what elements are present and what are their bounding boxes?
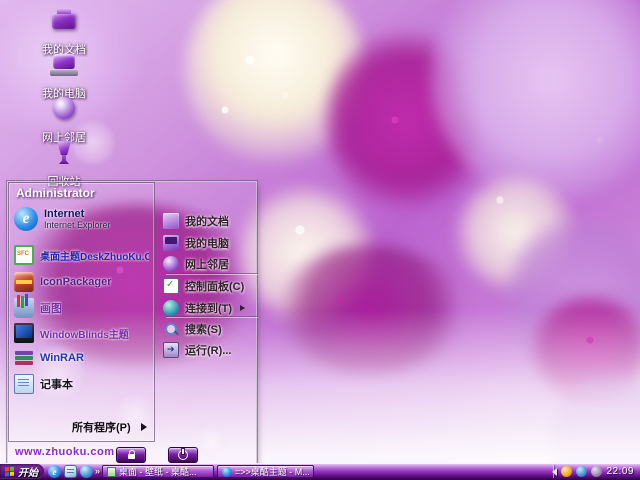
control-panel-icon — [163, 278, 179, 294]
log-off-button[interactable] — [116, 447, 146, 463]
menu-item-label: WindowBlinds主题 — [40, 329, 129, 341]
menu-item-label: 我的文档 — [185, 216, 229, 228]
my-documents-icon — [163, 213, 179, 229]
menu-item-my-computer[interactable]: 我的电脑 — [163, 235, 259, 251]
task-label: 桌面 - 壁纸 - 桌酷... — [119, 467, 197, 477]
taskbar-task-zhuoku-theme[interactable]: =>>桌酷主题 - M... — [217, 465, 314, 478]
zhuoku-url-text: www.zhuoku.com — [15, 446, 115, 458]
volume-icon[interactable] — [591, 466, 603, 477]
submenu-arrow-icon — [240, 305, 246, 311]
menu-item-desktop-theme[interactable]: 桌面主题DeskZhuoKu.Com — [14, 245, 149, 265]
quicklaunch-media-player-icon[interactable] — [80, 465, 93, 478]
messenger-icon[interactable] — [576, 466, 588, 477]
system-tray: 22:09 — [544, 463, 638, 480]
chevron-right-icon — [140, 423, 147, 431]
menu-item-label: 连接到(T) — [185, 303, 233, 315]
task-label: =>>桌酷主题 - M... — [235, 467, 310, 477]
menu-item-label: 记事本 — [40, 379, 73, 391]
menu-item-run[interactable]: 运行(R)... — [163, 342, 259, 358]
my-documents-icon — [49, 6, 79, 34]
taskbar-task-wallpaper-page[interactable]: 桌面 - 壁纸 - 桌酷... — [102, 465, 214, 478]
all-programs-label: 所有程序(P) — [72, 422, 131, 434]
qq-status-icon[interactable] — [561, 466, 573, 477]
menu-item-label: WinRAR — [40, 352, 84, 364]
start-menu: Administrator Internet Internet Explorer… — [8, 182, 259, 463]
start-button-label: 开始 — [18, 468, 38, 479]
menu-item-label: Internet — [44, 208, 85, 220]
paint-icon — [14, 295, 34, 318]
menu-item-notepad[interactable]: 记事本 — [14, 374, 149, 394]
menu-item-label: IconPackager — [40, 276, 112, 288]
menu-item-sublabel: Internet Explorer — [44, 220, 111, 230]
quicklaunch-show-desktop-icon[interactable] — [64, 465, 77, 478]
search-icon — [163, 321, 179, 337]
network-places-icon — [163, 256, 179, 272]
power-icon — [178, 449, 188, 460]
internet-explorer-icon — [222, 466, 232, 477]
tray-expand-chevron-icon[interactable] — [548, 467, 558, 476]
menu-item-label: 画图 — [40, 303, 62, 315]
menu-item-control-panel[interactable]: 控制面板(C) — [163, 278, 259, 294]
desktop-screen: 我的文档 我的电脑 网上邻居 回收站 Administrator Interne… — [0, 0, 640, 480]
menu-divider — [166, 316, 258, 317]
my-computer-icon — [49, 50, 79, 78]
connect-to-icon — [163, 300, 179, 316]
all-programs-button[interactable]: 所有程序(P) — [72, 419, 147, 435]
menu-item-paint[interactable]: 画图 — [14, 295, 149, 318]
network-places-icon — [49, 94, 79, 122]
menu-item-label: 网上邻居 — [185, 259, 229, 271]
menu-item-internet[interactable]: Internet Internet Explorer — [14, 207, 149, 231]
menu-item-label: 搜索(S) — [185, 324, 222, 336]
my-computer-icon — [163, 235, 179, 251]
webpage-icon — [107, 466, 116, 477]
menu-item-label: 运行(R)... — [185, 345, 232, 357]
menu-item-network-places[interactable]: 网上邻居 — [163, 256, 259, 272]
menu-item-winrar[interactable]: WinRAR — [14, 348, 149, 368]
icon-packager-icon — [14, 272, 34, 292]
menu-item-label: 控制面板(C) — [185, 281, 245, 293]
menu-item-my-documents[interactable]: 我的文档 — [163, 213, 259, 229]
recycle-bin-icon — [49, 138, 79, 166]
windowblinds-icon — [14, 323, 34, 343]
start-menu-user-name: Administrator — [16, 186, 95, 200]
quicklaunch-overflow-chevron[interactable]: » — [95, 466, 100, 476]
menu-item-label: 桌面主题DeskZhuoKu.Com — [40, 251, 149, 263]
menu-item-search[interactable]: 搜索(S) — [163, 321, 259, 337]
start-button[interactable]: 开始 — [0, 464, 44, 479]
menu-item-windowblinds[interactable]: WindowBlinds主题 — [14, 323, 149, 343]
run-icon — [163, 342, 179, 358]
taskbar: 开始 » 桌面 - 壁纸 - 桌酷... =>>桌酷主题 - M... 22:0… — [0, 463, 640, 480]
menu-divider — [166, 273, 258, 274]
menu-item-iconpackager[interactable]: IconPackager — [14, 272, 149, 292]
notepad-icon — [14, 374, 34, 394]
menu-item-connect-to[interactable]: 连接到(T) — [163, 300, 259, 316]
quicklaunch-internet-explorer-icon[interactable] — [48, 465, 61, 478]
windows-flag-icon — [5, 466, 15, 477]
lock-icon — [127, 450, 135, 459]
menu-item-label: 我的电脑 — [185, 238, 229, 250]
internet-explorer-icon — [14, 207, 38, 231]
winrar-icon — [14, 348, 34, 368]
taskbar-clock[interactable]: 22:09 — [606, 466, 634, 477]
turn-off-button[interactable] — [168, 447, 198, 463]
desktop-theme-icon — [14, 245, 34, 265]
